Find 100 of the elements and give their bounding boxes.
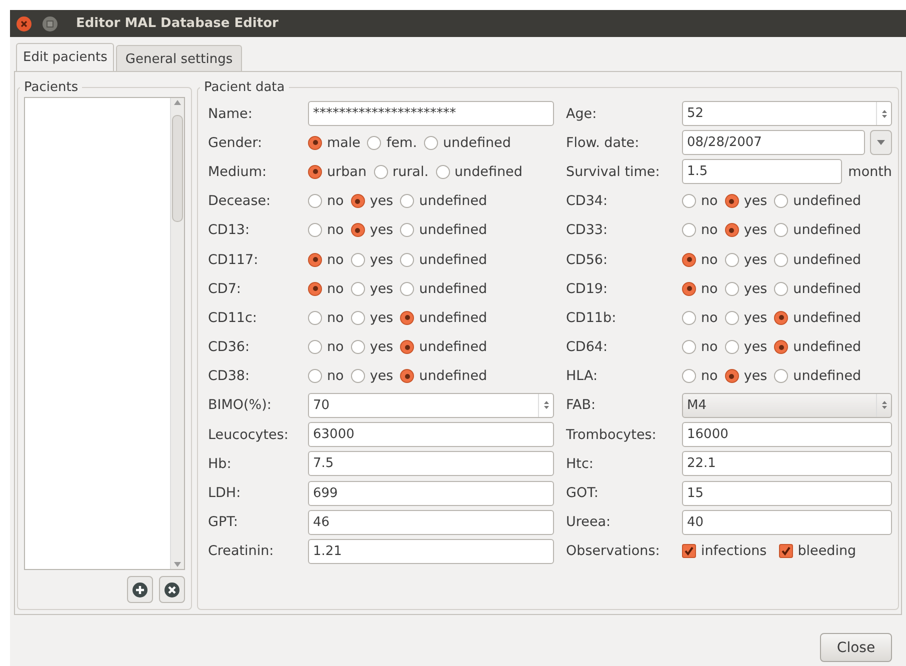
field-label: CD13: <box>208 222 251 238</box>
radio-button[interactable] <box>724 282 739 296</box>
radio-button[interactable] <box>308 340 322 354</box>
option-label: yes <box>744 222 768 238</box>
text-field[interactable]: 15 <box>682 480 892 506</box>
radio-button[interactable] <box>724 223 739 238</box>
remove-button[interactable] <box>159 576 185 603</box>
radio-button[interactable] <box>350 340 365 354</box>
text-field[interactable]: 22.1 <box>682 451 892 476</box>
radio-button[interactable] <box>308 369 322 384</box>
option-label: no <box>327 252 344 268</box>
radio-button[interactable] <box>724 252 739 267</box>
text-field[interactable]: 1.5 <box>682 159 842 184</box>
radio-button[interactable] <box>724 369 739 384</box>
option-label: urban <box>327 164 367 180</box>
scrollbar[interactable] <box>170 98 184 569</box>
radio-button[interactable] <box>682 282 696 296</box>
option-label: no <box>327 310 344 326</box>
radio-button[interactable] <box>400 340 414 354</box>
radio-button[interactable] <box>350 282 365 296</box>
radio-button[interactable] <box>724 310 739 325</box>
field-label: CD11b: <box>566 310 618 326</box>
radio-button[interactable] <box>682 252 696 267</box>
radio-button[interactable] <box>682 223 696 238</box>
minimize-icon[interactable] <box>42 16 58 32</box>
text-field[interactable]: 699 <box>308 480 554 506</box>
date-field[interactable]: 08/28/2007 <box>682 130 865 156</box>
radio-button[interactable] <box>350 310 365 325</box>
text-field[interactable]: 1.21 <box>308 538 554 564</box>
radio-button[interactable] <box>350 223 365 238</box>
radio-button[interactable] <box>350 194 365 208</box>
radio-button[interactable] <box>682 194 696 208</box>
field-label: FAB: <box>566 397 597 414</box>
radio-button[interactable] <box>400 194 414 208</box>
radio-button[interactable] <box>400 223 414 238</box>
radio-button[interactable] <box>374 164 388 179</box>
radio-button[interactable] <box>774 223 788 238</box>
scroll-down-icon[interactable] <box>174 562 181 567</box>
radio-button[interactable] <box>308 194 322 208</box>
text-field[interactable]: 40 <box>682 510 892 535</box>
field-label: Medium: <box>208 164 268 180</box>
close-icon[interactable] <box>16 16 32 32</box>
checkbox[interactable] <box>778 544 793 558</box>
text-field[interactable]: 46 <box>308 510 554 535</box>
radio-button[interactable] <box>424 136 438 150</box>
spin-arrows-icon[interactable] <box>880 108 888 120</box>
text-field[interactable]: 16000 <box>682 422 892 448</box>
tab[interactable]: General settings <box>116 45 242 71</box>
tab[interactable]: Edit pacients <box>16 43 114 71</box>
option-label: no <box>327 280 344 297</box>
radio-button[interactable] <box>774 282 788 296</box>
radio-button[interactable] <box>682 369 696 384</box>
checkbox[interactable] <box>682 544 696 558</box>
radio-button[interactable] <box>308 223 322 238</box>
text-field[interactable]: 63000 <box>308 422 554 448</box>
option-label: yes <box>370 252 394 268</box>
radio-button[interactable] <box>774 310 788 325</box>
radio-button[interactable] <box>682 310 696 325</box>
radio-button[interactable] <box>682 340 696 354</box>
field-label: Age: <box>566 106 598 122</box>
patient-list[interactable] <box>24 97 185 570</box>
option-label: undefined <box>419 193 488 210</box>
radio-button[interactable] <box>308 136 322 150</box>
radio-button[interactable] <box>400 310 414 325</box>
radio-button[interactable] <box>774 194 788 208</box>
plus-icon <box>132 582 148 598</box>
close-button[interactable]: Close <box>820 633 892 662</box>
unit-label: month <box>848 164 892 180</box>
radio-button[interactable] <box>308 310 322 325</box>
radio-button[interactable] <box>308 164 322 179</box>
spin-field[interactable]: 52 <box>682 101 892 126</box>
scroll-thumb[interactable] <box>172 115 183 222</box>
radio-button[interactable] <box>400 252 414 267</box>
radio-button[interactable] <box>724 194 739 208</box>
field-label: Hb: <box>208 456 232 472</box>
add-button[interactable] <box>127 576 153 603</box>
radio-button[interactable] <box>400 282 414 296</box>
spin-arrows-icon[interactable] <box>880 399 888 412</box>
text-field[interactable]: ********************** <box>308 101 554 126</box>
radio-button[interactable] <box>350 252 365 267</box>
spin-field[interactable]: 70 <box>308 392 554 418</box>
radio-button[interactable] <box>308 282 322 296</box>
radio-button[interactable] <box>400 369 414 384</box>
field-label: CD117: <box>208 252 260 268</box>
radio-button[interactable] <box>367 136 382 150</box>
option-label: yes <box>744 339 768 356</box>
dropdown-button[interactable] <box>870 130 892 156</box>
radio-button[interactable] <box>774 340 788 354</box>
combo-box[interactable]: M4 <box>682 392 892 418</box>
option-label: undefined <box>793 252 862 268</box>
scroll-up-icon[interactable] <box>174 100 181 105</box>
radio-button[interactable] <box>724 340 739 354</box>
radio-button[interactable] <box>774 369 788 384</box>
text-field[interactable]: 7.5 <box>308 451 554 476</box>
radio-button[interactable] <box>350 369 365 384</box>
radio-button[interactable] <box>774 252 788 267</box>
radio-button[interactable] <box>308 252 322 267</box>
spin-arrows-icon[interactable] <box>542 399 550 412</box>
field-label: Gender: <box>208 134 264 151</box>
radio-button[interactable] <box>436 164 450 179</box>
